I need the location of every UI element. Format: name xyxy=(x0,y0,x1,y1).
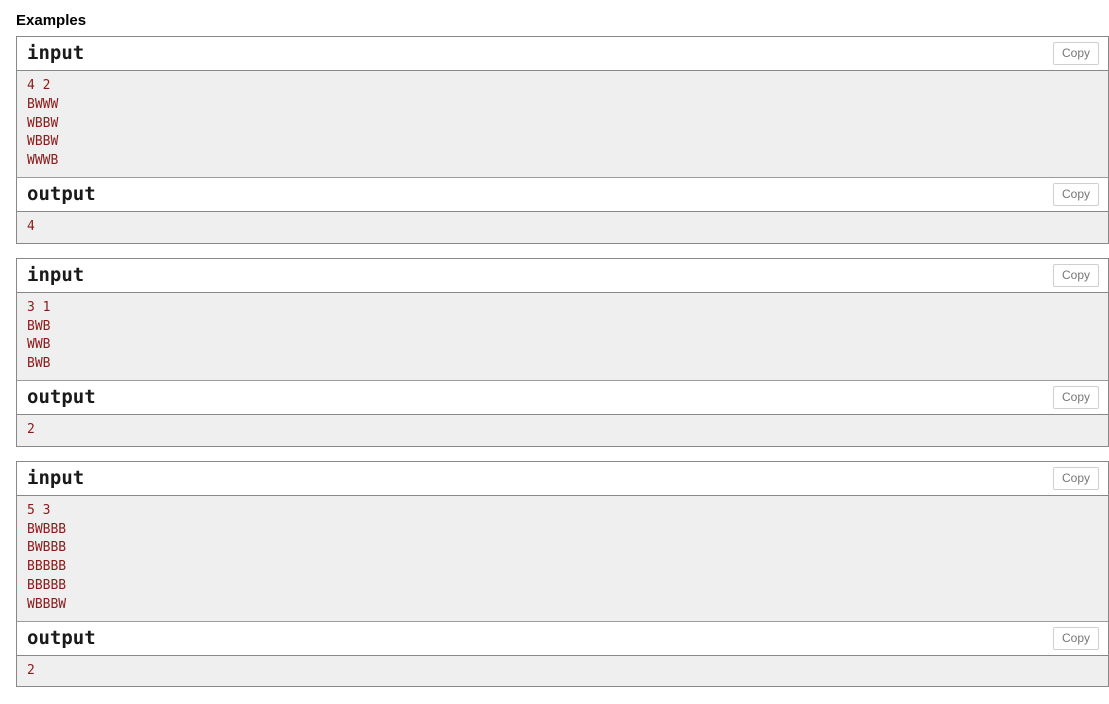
input-header-1: input Copy xyxy=(17,37,1108,71)
copy-input-button-3[interactable]: Copy xyxy=(1052,466,1099,490)
input-body-2: 3 1 BWB WWB BWB xyxy=(17,292,1108,381)
input-label-1: input xyxy=(27,42,85,64)
output-label-3: output xyxy=(27,626,96,649)
copy-output-button-2[interactable]: Copy xyxy=(1052,385,1099,409)
input-label-2: input xyxy=(27,263,85,286)
input-body-1: 4 2 BWWW WBBW WBBW WWWB xyxy=(17,71,1108,178)
input-data-1: 4 2 BWWW WBBW WBBW WWWB xyxy=(27,78,59,169)
input-data-2: 3 1 BWB WWB BWB xyxy=(27,299,51,372)
examples-page: Examples input Copy 4 2 BWWW WBBW WBBW W… xyxy=(0,0,1109,688)
output-data-1: 4 xyxy=(27,218,35,234)
output-body-3: 2 xyxy=(17,655,1108,687)
output-header-2: output Copy xyxy=(17,380,1108,415)
input-label-3: input xyxy=(27,466,85,489)
copy-output-button-1[interactable]: Copy xyxy=(1052,182,1099,206)
output-body-1: 4 xyxy=(17,211,1108,243)
copy-input-button-2[interactable]: Copy xyxy=(1052,263,1099,287)
input-data-3: 5 3 BWBBB BWBBB BBBBB BBBBB WBBBW xyxy=(27,502,67,612)
sample-tests-list: input Copy 4 2 BWWW WBBW WBBW WWWB outpu… xyxy=(16,36,1109,688)
output-label-2: output xyxy=(27,385,96,408)
sample-test-3: input Copy 5 3 BWBBB BWBBB BBBBB BBBBB W… xyxy=(16,460,1109,688)
input-header-3: input Copy xyxy=(17,461,1108,496)
sample-test-2: input Copy 3 1 BWB WWB BWB output Copy 2 xyxy=(16,257,1109,447)
output-body-2: 2 xyxy=(17,414,1108,446)
page-title: Examples xyxy=(16,12,87,29)
output-data-2: 2 xyxy=(27,421,35,437)
sample-test-1: input Copy 4 2 BWWW WBBW WBBW WWWB outpu… xyxy=(16,36,1109,244)
input-body-3: 5 3 BWBBB BWBBB BBBBB BBBBB WBBBW xyxy=(17,495,1108,622)
output-header-1: output Copy xyxy=(17,177,1108,212)
copy-input-button-1[interactable]: Copy xyxy=(1052,42,1099,65)
input-header-2: input Copy xyxy=(17,258,1108,293)
copy-output-button-3[interactable]: Copy xyxy=(1052,626,1099,650)
output-label-1: output xyxy=(27,182,96,205)
output-data-3: 2 xyxy=(27,662,35,678)
output-header-3: output Copy xyxy=(17,621,1108,656)
